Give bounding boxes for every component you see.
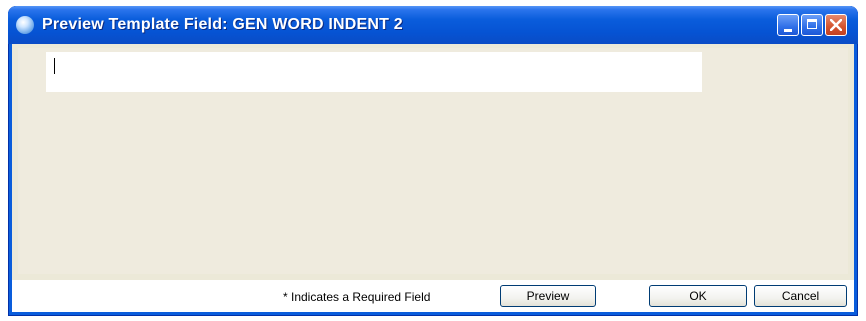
title-bar[interactable]: Preview Template Field: GEN WORD INDENT …	[8, 6, 858, 44]
dialog-window: Preview Template Field: GEN WORD INDENT …	[8, 6, 858, 316]
preview-button[interactable]: Preview	[500, 285, 596, 307]
text-caret	[54, 58, 55, 74]
template-field-input[interactable]	[46, 52, 702, 92]
ok-button[interactable]: OK	[649, 285, 747, 307]
close-icon	[830, 19, 842, 31]
maximize-button[interactable]	[801, 14, 823, 36]
content-area	[18, 48, 848, 274]
app-icon	[16, 16, 34, 34]
dialog-footer: * Indicates a Required Field Preview OK …	[12, 280, 854, 312]
required-field-note: * Indicates a Required Field	[283, 290, 431, 304]
close-button[interactable]	[825, 14, 847, 36]
dialog-body: * Indicates a Required Field Preview OK …	[12, 44, 854, 312]
minimize-button[interactable]	[777, 14, 799, 36]
cancel-button[interactable]: Cancel	[754, 285, 847, 307]
window-title: Preview Template Field: GEN WORD INDENT …	[42, 16, 403, 33]
